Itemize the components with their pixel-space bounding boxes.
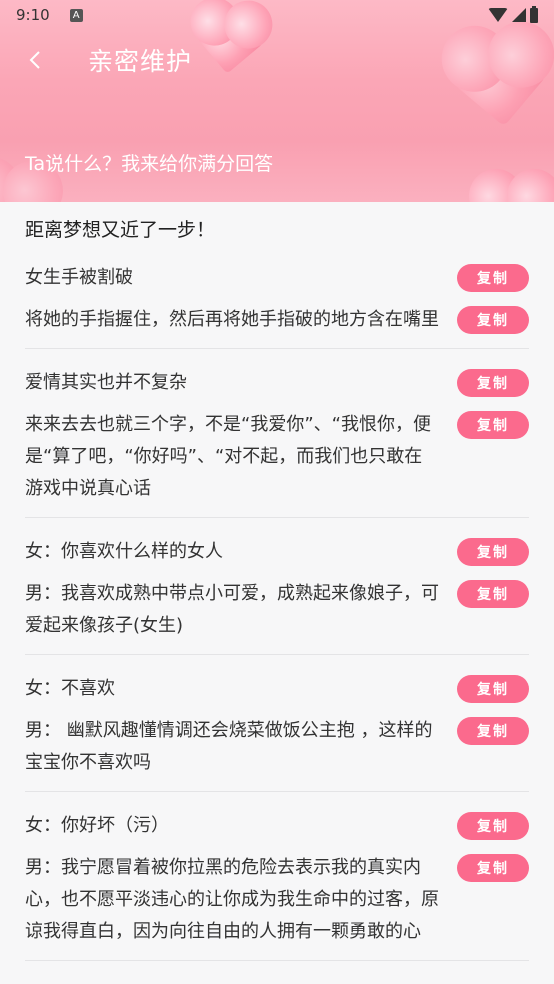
content-list: 距离梦想又近了一步！ 女生手被割破 复制 将她的手指握住，然后再将她手指破的地方… bbox=[0, 202, 554, 961]
copy-button[interactable]: 复制 bbox=[457, 854, 529, 882]
list-item: 爱情其实也并不复杂 复制 来来去去也就三个字，不是“我爱你”、“我恨你，便是“算… bbox=[25, 367, 529, 518]
copy-button[interactable]: 复制 bbox=[457, 264, 529, 292]
list-item: 女：不喜欢 复制 男： 幽默风趣懂情调还会烧菜做饭公主抱 ，这样的宝宝你不喜欢吗… bbox=[25, 673, 529, 792]
copy-button[interactable]: 复制 bbox=[457, 580, 529, 608]
line-text: 爱情其实也并不复杂 bbox=[25, 372, 187, 393]
title-bar: 亲密维护 bbox=[0, 38, 554, 82]
heart-decoration-icon bbox=[476, 176, 554, 202]
battery-icon bbox=[530, 5, 538, 23]
line-text: 女：你喜欢什么样的女人 bbox=[25, 541, 223, 562]
line-text: 来来去去也就三个字，不是“我爱你”、“我恨你，便是“算了吧，“你好吗”、“对不起… bbox=[25, 414, 431, 499]
copy-button[interactable]: 复制 bbox=[457, 538, 529, 566]
intro-text: 距离梦想又近了一步！ bbox=[25, 219, 216, 241]
wifi-icon bbox=[488, 8, 508, 22]
line-text: 女生手被割破 bbox=[25, 267, 133, 288]
signal-icon bbox=[512, 8, 526, 22]
copy-button[interactable]: 复制 bbox=[457, 411, 529, 439]
notification-icon: A bbox=[69, 8, 83, 22]
line-text: 男：我宁愿冒着被你拉黑的危险去表示我的真实内心，也不愿平淡违心的让你成为我生命中… bbox=[25, 857, 439, 942]
list-item: 女：你喜欢什么样的女人 复制 男：我喜欢成熟中带点小可爱，成熟起来像娘子，可爱起… bbox=[25, 536, 529, 655]
list-item: 女：你好坏（污） 复制 男：我宁愿冒着被你拉黑的危险去表示我的真实内心，也不愿平… bbox=[25, 810, 529, 961]
line-text: 男：我喜欢成熟中带点小可爱，成熟起来像娘子，可爱起来像孩子(女生) bbox=[25, 583, 439, 636]
header-banner: 9:10 A 亲密维护 Ta说什么？我来给你满分回答 bbox=[0, 0, 554, 202]
line-text: 将她的手指握住，然后再将她手指破的地方含在嘴里 bbox=[25, 309, 439, 330]
line-text: 女：你好坏（污） bbox=[25, 815, 169, 836]
copy-button[interactable]: 复制 bbox=[457, 369, 529, 397]
copy-button[interactable]: 复制 bbox=[457, 812, 529, 840]
copy-button[interactable]: 复制 bbox=[457, 717, 529, 745]
back-arrow-icon[interactable] bbox=[14, 38, 58, 82]
status-time: 9:10 bbox=[16, 6, 50, 24]
page-subtitle: Ta说什么？我来给你满分回答 bbox=[25, 153, 274, 175]
page-title: 亲密维护 bbox=[88, 47, 193, 76]
copy-button[interactable]: 复制 bbox=[457, 306, 529, 334]
line-text: 女：不喜欢 bbox=[25, 678, 115, 699]
status-bar: 9:10 A bbox=[0, 0, 554, 30]
list-item: 女生手被割破 复制 将她的手指握住，然后再将她手指破的地方含在嘴里 复制 bbox=[25, 262, 529, 349]
copy-button[interactable]: 复制 bbox=[457, 675, 529, 703]
line-text: 男： 幽默风趣懂情调还会烧菜做饭公主抱 ，这样的宝宝你不喜欢吗 bbox=[25, 720, 433, 773]
